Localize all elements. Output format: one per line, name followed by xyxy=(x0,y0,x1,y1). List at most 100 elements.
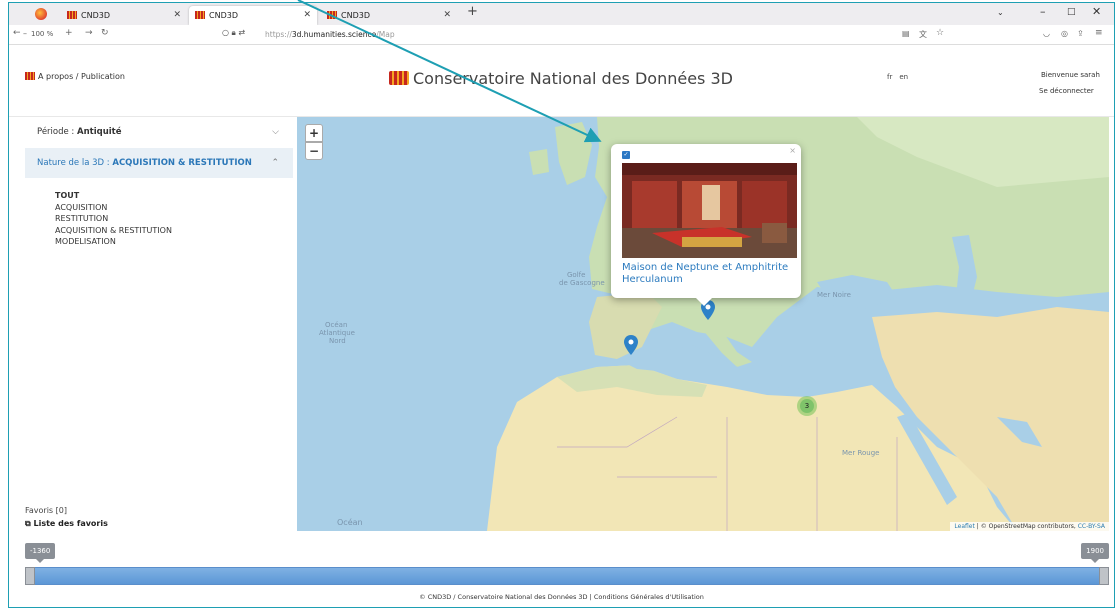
license-link[interactable]: CC-BY-SA xyxy=(1078,523,1105,530)
nature-option-restitution[interactable]: RESTITUTION xyxy=(55,213,172,225)
periode-label: Période : xyxy=(37,127,78,137)
chevron-down-icon: ⌵ xyxy=(272,127,279,137)
back-icon[interactable]: ← xyxy=(13,28,21,38)
popup-thumbnail[interactable] xyxy=(622,163,797,258)
tab-3-label: CND3D xyxy=(341,11,370,20)
favorites-list-label: Liste des favoris xyxy=(33,519,108,528)
attribution-text: | © OpenStreetMap contributors, xyxy=(974,523,1078,530)
cnd3d-favicon-icon xyxy=(195,11,205,19)
zoom-out-icon[interactable]: – xyxy=(23,29,27,38)
about-link[interactable]: A propos / Publication xyxy=(25,72,125,81)
url-security-icons: ○ 🔒︎ ⇄ xyxy=(222,28,246,37)
slider-min-handle[interactable] xyxy=(25,567,35,585)
marker-cluster[interactable]: 3 xyxy=(797,396,817,416)
cnd3d-logo-icon xyxy=(389,71,409,85)
lang-fr[interactable]: fr xyxy=(887,73,892,81)
slider-max-handle[interactable] xyxy=(1099,567,1109,585)
checkbox-icon[interactable]: ✓ xyxy=(622,151,630,159)
menu-icon[interactable]: ≡ xyxy=(1095,28,1103,38)
map-popup[interactable]: ✓ × Maison de Neptune et Amphitrite Herc… xyxy=(611,144,801,306)
favorites-list-link[interactable]: ⧉ Liste des favoris xyxy=(25,519,108,529)
url-prefix: https:// xyxy=(265,30,292,39)
url-path: /Map xyxy=(376,30,395,39)
forward-icon[interactable]: → xyxy=(85,28,93,38)
welcome-user[interactable]: Bienvenue sarah xyxy=(1041,71,1100,79)
close-window-icon[interactable]: ✕ xyxy=(1092,5,1101,18)
nature-option-modelisation[interactable]: MODELISATION xyxy=(55,236,172,248)
map-label-atlantic-2: Atlantique xyxy=(319,329,355,337)
popup-title-link[interactable]: Maison de Neptune et Amphitrite Herculan… xyxy=(622,262,800,286)
slider-track[interactable] xyxy=(25,567,1109,585)
language-switcher: fr en xyxy=(887,73,915,81)
page-title: Conservatoire National des Données 3D xyxy=(389,69,733,88)
zoom-level[interactable]: 100 % xyxy=(31,30,53,38)
tab-close-icon[interactable]: ✕ xyxy=(173,6,181,25)
cnd3d-logo-icon xyxy=(25,72,35,80)
cluster-count: 3 xyxy=(800,399,814,413)
nature-option-tout[interactable]: TOUT xyxy=(55,190,172,202)
url-domain: 3d.humanities.science xyxy=(291,30,377,39)
slider-max-badge: 1900 xyxy=(1081,543,1109,563)
room-render-image xyxy=(622,163,797,258)
translate-icon[interactable]: 文 xyxy=(919,29,927,40)
filter-sidebar: Période : Antiquité ⌵ Nature de la 3D : … xyxy=(25,117,293,531)
map-label-ocean: Océan xyxy=(337,517,363,527)
map-attribution: Leaflet | © OpenStreetMap contributors, … xyxy=(950,522,1109,531)
nature-label: Nature de la 3D : xyxy=(37,158,113,168)
tab-2[interactable]: CND3D ✕ xyxy=(189,6,317,25)
leaflet-link[interactable]: Leaflet xyxy=(954,523,974,530)
tab-bar: CND3D ✕ CND3D ✕ CND3D ✕ + ⌄ – □ ✕ xyxy=(9,3,1114,25)
map-marker[interactable] xyxy=(624,335,638,355)
close-icon[interactable]: × xyxy=(789,146,796,155)
browser-window: CND3D ✕ CND3D ✕ CND3D ✕ + ⌄ – □ ✕ ← – 10… xyxy=(8,2,1115,608)
tab-3[interactable]: CND3D ✕ xyxy=(321,6,457,25)
logout-link[interactable]: Se déconnecter xyxy=(1039,87,1094,95)
nature-options-list: TOUT ACQUISITION RESTITUTION ACQUISITION… xyxy=(55,190,172,248)
page-footer: © CND3D / Conservatoire National des Don… xyxy=(419,593,704,601)
map-label-mer-noire: Mer Noire xyxy=(817,291,851,299)
pocket-icon[interactable]: ◡ xyxy=(1043,29,1050,38)
slider-min-badge: -1360 xyxy=(25,543,56,563)
map-label-atlantic: Océan xyxy=(325,321,347,329)
site-header: A propos / Publication Conservatoire Nat… xyxy=(9,45,1114,117)
account-icon[interactable]: ◎ xyxy=(1061,29,1068,38)
cnd3d-favicon-icon xyxy=(327,11,337,19)
reload-icon[interactable]: ↻ xyxy=(101,28,109,38)
zoom-in-icon[interactable]: + xyxy=(65,28,73,38)
map-label-gascogne: Golfe xyxy=(567,271,585,279)
nature-option-acquisition-restitution[interactable]: ACQUISITION & RESTITUTION xyxy=(55,225,172,237)
tab-close-icon[interactable]: ✕ xyxy=(443,6,451,25)
bookmark-star-icon[interactable]: ☆ xyxy=(936,28,944,38)
new-tab-icon[interactable]: + xyxy=(467,4,478,19)
zoom-out-button[interactable]: − xyxy=(305,142,323,160)
tab-list-icon[interactable]: ⌄ xyxy=(997,8,1004,17)
tab-1[interactable]: CND3D ✕ xyxy=(61,6,187,25)
reader-view-icon[interactable]: ▤ xyxy=(902,29,910,38)
chevron-up-icon: ⌃ xyxy=(271,158,279,168)
nature-value: ACQUISITION & RESTITUTION xyxy=(112,158,252,168)
period-range-slider[interactable]: -1360 1900 xyxy=(25,543,1109,589)
firefox-icon[interactable] xyxy=(35,8,47,20)
nature-option-acquisition[interactable]: ACQUISITION xyxy=(55,202,172,214)
minimize-icon[interactable]: – xyxy=(1040,5,1046,18)
page-title-text: Conservatoire National des Données 3D xyxy=(413,69,733,88)
cnd3d-favicon-icon xyxy=(67,11,77,19)
map-label-mer-rouge: Mer Rouge xyxy=(842,449,879,457)
url-bar[interactable]: https://3d.humanities.science/Map xyxy=(265,30,395,39)
about-label: A propos / Publication xyxy=(38,72,125,81)
periode-accordion[interactable]: Période : Antiquité ⌵ xyxy=(25,117,293,147)
map-label-atlantic-3: Nord xyxy=(329,337,346,345)
share-icon[interactable]: ⇪ xyxy=(1077,29,1084,38)
tab-close-icon[interactable]: ✕ xyxy=(303,6,311,25)
periode-value: Antiquité xyxy=(77,127,122,137)
favorites-count: Favoris [0] xyxy=(25,506,67,515)
zoom-in-button[interactable]: + xyxy=(305,124,323,142)
nav-bar: ← – 100 % + → ↻ ○ 🔒︎ ⇄ https://3d.humani… xyxy=(9,25,1114,45)
tab-2-label: CND3D xyxy=(209,11,238,20)
map-view[interactable]: Océan Atlantique Nord Golfe de Gascogne … xyxy=(297,117,1109,531)
lang-en[interactable]: en xyxy=(899,73,908,81)
nature-accordion[interactable]: Nature de la 3D : ACQUISITION & RESTITUT… xyxy=(25,148,293,178)
tab-1-label: CND3D xyxy=(81,11,110,20)
maximize-icon[interactable]: □ xyxy=(1067,7,1076,17)
external-link-icon: ⧉ xyxy=(25,519,34,528)
